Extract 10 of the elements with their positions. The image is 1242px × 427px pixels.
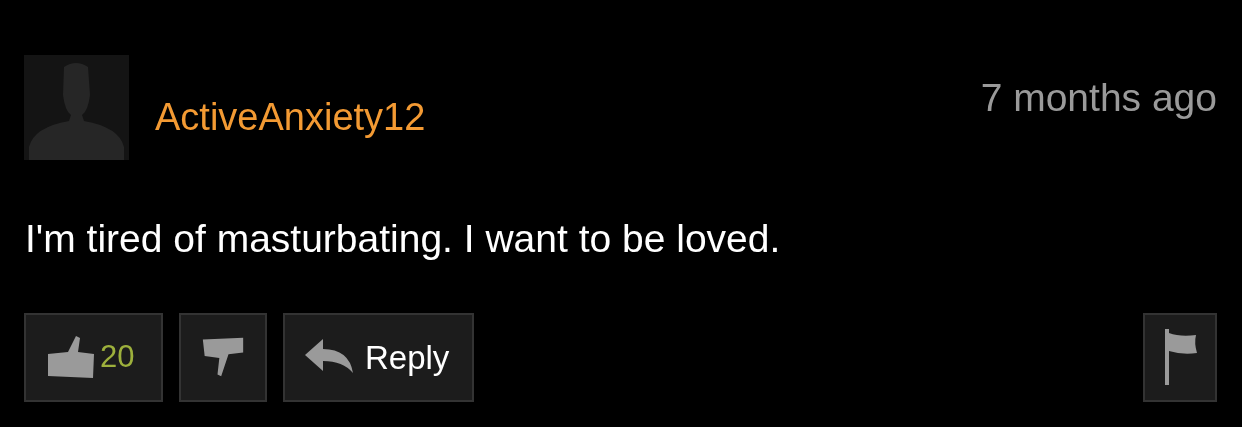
like-button[interactable]: 20 [24,312,163,402]
avatar-icon [24,55,129,160]
username-link[interactable]: ActiveAnxiety12 [155,95,426,141]
comment-text: I'm tired of masturbating. I want to be loved. [25,216,782,262]
thumbs-up-icon [46,334,96,381]
flag-button[interactable] [1143,312,1217,402]
flag-icon [1162,329,1198,386]
reply-button[interactable]: Reply [283,312,474,402]
dislike-button[interactable] [179,312,267,402]
comment-timestamp: 7 months ago [980,75,1217,121]
